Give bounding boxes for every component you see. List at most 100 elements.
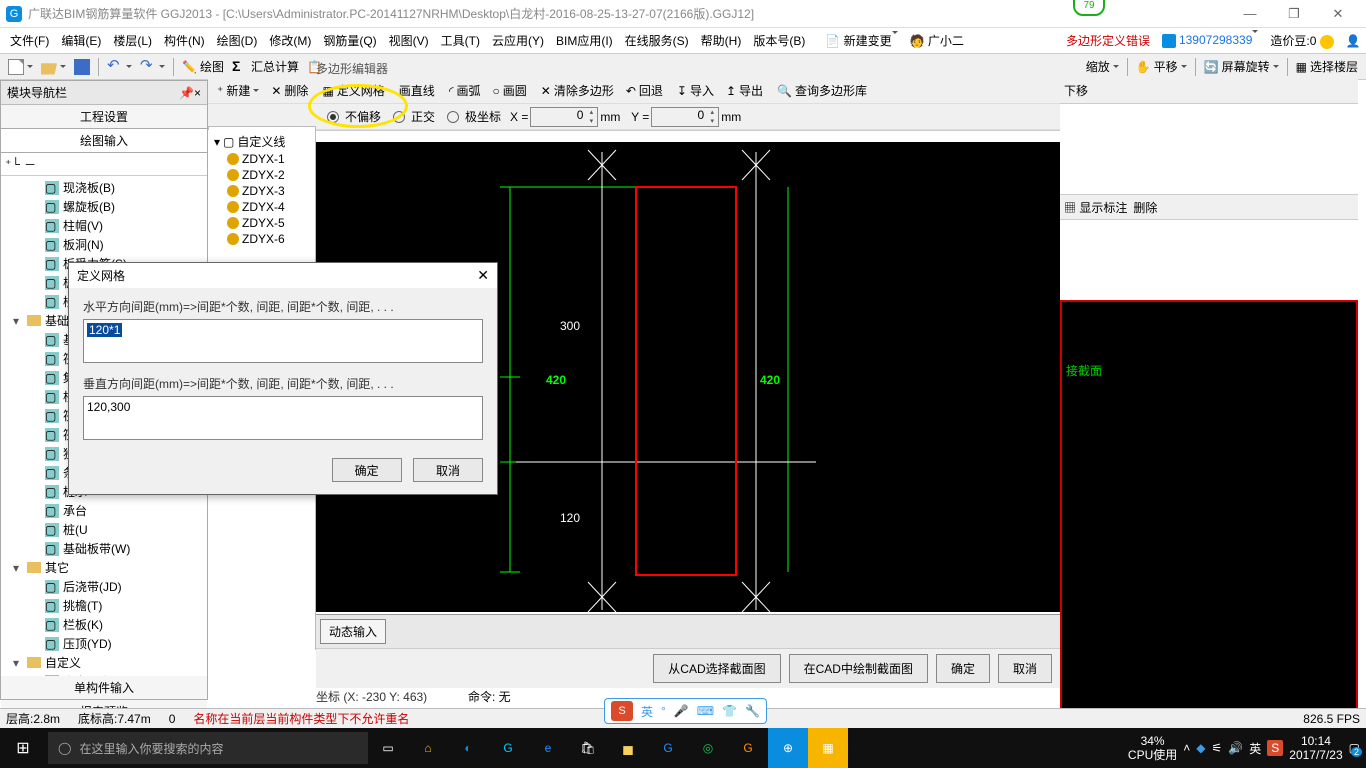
tab-draw-input[interactable]: 绘图输入 — [1, 129, 207, 153]
menu-tool[interactable]: 工具(T) — [435, 32, 486, 49]
tree-node[interactable]: ▢栏板(K) — [3, 615, 205, 634]
ime-keyboard-icon[interactable]: ⌨ — [697, 704, 714, 718]
tray-volume-icon[interactable]: 🔊 — [1228, 741, 1243, 755]
cortana-search[interactable]: ◯在这里输入你要搜索的内容 — [48, 732, 368, 764]
noshift-radio[interactable]: 不偏移 — [322, 108, 386, 125]
tray-lang[interactable]: 英 — [1249, 740, 1261, 757]
x-input[interactable]: 0▴▾ — [530, 107, 598, 127]
pin-icon[interactable]: 📌 — [179, 86, 194, 100]
tree-node[interactable]: ▾其它 — [3, 558, 205, 577]
menu-modify[interactable]: 修改(M) — [263, 32, 317, 49]
clock[interactable]: 10:142017/7/23 — [1289, 734, 1342, 763]
menu-cloud[interactable]: 云应用(Y) — [486, 32, 550, 49]
person-icon[interactable]: 👤 — [1340, 34, 1366, 48]
tab-single-component[interactable]: 单构件输入 — [1, 676, 207, 700]
task-store-icon[interactable]: 🛍 — [568, 728, 608, 768]
task-icon[interactable]: ◎ — [688, 728, 728, 768]
polar-radio[interactable]: 极坐标 — [442, 108, 506, 125]
menu-edit[interactable]: 编辑(E) — [55, 32, 107, 49]
r-delete-button[interactable]: 删除 — [1133, 199, 1157, 216]
menu-view[interactable]: 视图(V) — [383, 32, 435, 49]
tab-project-settings[interactable]: 工程设置 — [1, 105, 207, 129]
account-link[interactable]: 13907298339 — [1156, 33, 1264, 48]
ime-mic-icon[interactable]: 🎤 — [674, 704, 689, 718]
user-menu[interactable]: 🧑 广小二 — [904, 32, 970, 49]
export-button[interactable]: ↥ 导出 — [721, 82, 768, 99]
ime-sogou-icon[interactable]: S — [611, 701, 633, 721]
tray-network-icon[interactable]: ⚟ — [1212, 741, 1223, 755]
poly-new-button[interactable]: ⁺ 新建 — [212, 82, 264, 99]
tree-node[interactable]: ▢柱帽(V) — [3, 216, 205, 235]
draw-in-cad-button[interactable]: 在CAD中绘制截面图 — [789, 654, 928, 683]
tray-sogou-icon[interactable]: S — [1267, 740, 1283, 756]
task-edge-icon[interactable]: e — [528, 728, 568, 768]
tree-node[interactable]: ▢压顶(YD) — [3, 634, 205, 653]
menu-help[interactable]: 帮助(H) — [695, 32, 748, 49]
new-change-button[interactable]: 📄 新建变更 — [819, 32, 903, 49]
tree-tool-1[interactable]: ⁺└ — [5, 157, 20, 171]
tree-tool-2[interactable]: ─ — [26, 157, 35, 171]
draw-button[interactable]: ✏️ 绘图 — [178, 58, 228, 75]
notification-icon[interactable]: ▢2 — [1349, 741, 1360, 755]
menu-version[interactable]: 版本号(B) — [747, 32, 811, 49]
redo-button[interactable] — [136, 59, 169, 75]
select-floor-button[interactable]: ▦ 选择楼层 — [1292, 58, 1362, 75]
scale-button[interactable]: 缩放 — [1082, 58, 1123, 75]
draw-line-button[interactable]: 画直线 — [394, 82, 440, 99]
vertical-spacing-input[interactable]: 120,300 — [83, 396, 483, 440]
menu-online[interactable]: 在线服务(S) — [619, 32, 695, 49]
tree-node[interactable]: ▢螺旋板(B) — [3, 197, 205, 216]
open-file-button[interactable] — [37, 59, 70, 75]
query-lib-button[interactable]: 🔍 查询多边形库 — [772, 82, 872, 99]
main-cancel-button[interactable]: 取消 — [998, 654, 1052, 683]
close-button[interactable]: ✕ — [1316, 6, 1360, 22]
task-icon[interactable]: G — [728, 728, 768, 768]
draw-arc-button[interactable]: ◜ 画弧 — [444, 82, 486, 99]
task-icon[interactable]: ◐ — [448, 728, 488, 768]
list-item[interactable]: ZDYX-6 — [210, 231, 313, 247]
menu-rebar[interactable]: 钢筋量(Q) — [317, 32, 382, 49]
r-down[interactable]: 下移 — [1064, 82, 1088, 99]
dialog-ok-button[interactable]: 确定 — [332, 458, 402, 482]
save-file-button[interactable] — [70, 59, 94, 75]
task-app-icon[interactable]: ⊕ — [768, 728, 808, 768]
task-explorer-icon[interactable]: ▅ — [608, 728, 648, 768]
tree-node[interactable]: ▢挑檐(T) — [3, 596, 205, 615]
list-item[interactable]: ZDYX-2 — [210, 167, 313, 183]
start-button[interactable]: ⊞ — [0, 738, 46, 758]
tree-node[interactable]: ▢承台 — [3, 501, 205, 520]
menu-draw[interactable]: 绘图(D) — [211, 32, 264, 49]
list-item[interactable]: ZDYX-4 — [210, 199, 313, 215]
show-label-button[interactable]: ▦ 显示标注 — [1064, 199, 1127, 216]
horizontal-spacing-input[interactable]: 120*1 — [83, 319, 483, 363]
task-view-icon[interactable]: ▭ — [368, 728, 408, 768]
list-item[interactable]: ZDYX-1 — [210, 151, 313, 167]
draw-circle-button[interactable]: ○ 画圆 — [487, 82, 531, 99]
minimize-button[interactable]: — — [1228, 6, 1272, 21]
y-input[interactable]: 0▴▾ — [651, 107, 719, 127]
ortho-radio[interactable]: 正交 — [388, 108, 440, 125]
pan-button[interactable]: ✋ 平移 — [1132, 58, 1191, 75]
ime-settings-icon[interactable]: 🔧 — [745, 704, 760, 718]
new-file-button[interactable] — [4, 59, 37, 75]
poly-delete-button[interactable]: ✕ 删除 — [266, 82, 313, 99]
panel-close-icon[interactable]: × — [194, 86, 201, 100]
tree-node[interactable]: ▾自定义 — [3, 653, 205, 672]
menu-bim[interactable]: BIM应用(I) — [550, 32, 619, 49]
ime-punct-icon[interactable]: ° — [661, 704, 666, 718]
from-cad-button[interactable]: 从CAD选择截面图 — [653, 654, 780, 683]
ime-toolbar[interactable]: S 英 ° 🎤 ⌨ 👕 🔧 — [604, 698, 767, 724]
tray-chevron-icon[interactable]: ˄ — [1183, 741, 1190, 755]
menu-floor[interactable]: 楼层(L) — [107, 32, 158, 49]
list-root[interactable]: ▾▢ 自定义线 — [210, 132, 313, 151]
task-icon[interactable]: ⌂ — [408, 728, 448, 768]
ime-lang[interactable]: 英 — [641, 703, 653, 720]
define-grid-button[interactable]: ▦ 定义网格 — [317, 82, 389, 99]
maximize-button[interactable]: ❐ — [1272, 6, 1316, 22]
undo-button[interactable] — [103, 59, 136, 75]
tree-node[interactable]: ▢板洞(N) — [3, 235, 205, 254]
dialog-close-icon[interactable]: ✕ — [477, 267, 489, 284]
task-icon[interactable]: G — [488, 728, 528, 768]
right-preview-canvas[interactable]: 接截面 — [1060, 300, 1358, 720]
tree-node[interactable]: ▢现浇板(B) — [3, 178, 205, 197]
